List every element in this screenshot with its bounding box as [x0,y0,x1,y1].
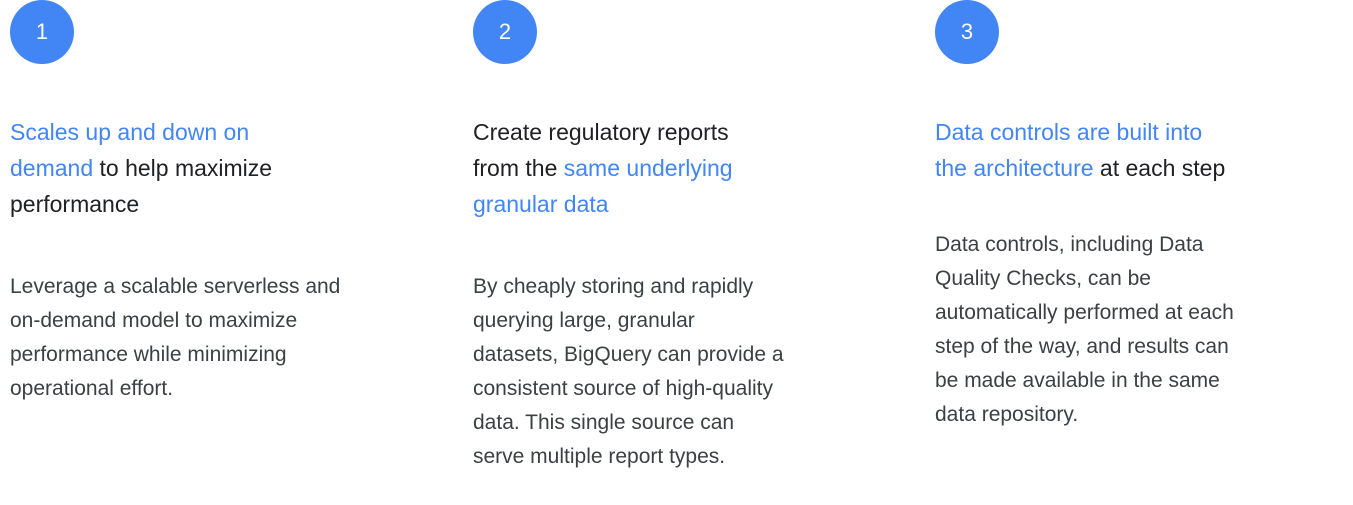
heading-line: performance [10,186,410,222]
heading-text: Create regulatory reports [473,119,729,145]
feature-card-2: 2 Create regulatory reports from the sam… [473,0,784,468]
feature-card-1: 1 Scales up and down on demand to help m… [10,0,340,400]
description-line: on-demand model to maximize [10,309,298,332]
feature-heading: Data controls are built into the archite… [935,114,1345,186]
heading-line: Create regulatory reports [473,114,873,150]
description-line: step of the way, and results can [935,335,1229,358]
heading-highlight: granular data [473,191,609,217]
heading-text: to help maximize [93,155,273,181]
description-line: data. This single source can [473,411,735,434]
description-line: Data controls, including Data [935,233,1204,256]
description-line: serve multiple report types. [473,445,726,468]
heading-text: at each step [1093,155,1226,181]
heading-line: Data controls are built into [935,114,1345,150]
feature-card-3: 3 Data controls are built into the archi… [935,0,1234,426]
description-line: querying large, granular [473,309,695,332]
feature-description: By cheaply storing and rapidly querying … [473,270,893,474]
description-line: automatically performed at each [935,301,1234,324]
heading-highlight: Data controls are built into [935,119,1203,145]
heading-line: the architecture at each step [935,150,1345,186]
feature-heading: Scales up and down on demand to help max… [10,114,410,222]
heading-text: from the [473,155,564,181]
heading-line: Scales up and down on [10,114,410,150]
heading-highlight: the architecture [935,155,1094,181]
description-line: be made available in the same [935,369,1220,392]
description-line: data repository. [935,403,1079,426]
heading-line: demand to help maximize [10,150,410,186]
heading-highlight: demand [10,155,94,181]
heading-text: performance [10,191,140,217]
heading-highlight: same underlying [563,155,733,181]
feature-description: Data controls, including Data Quality Ch… [935,228,1345,432]
description-line: By cheaply storing and rapidly [473,275,754,298]
heading-highlight: Scales up and down on [10,119,250,145]
step-number-badge: 2 [473,0,537,64]
description-line: performance while minimizing [10,343,287,366]
heading-line: from the same underlying [473,150,873,186]
description-line: Quality Checks, can be [935,267,1151,290]
feature-heading: Create regulatory reports from the same … [473,114,873,222]
description-line: datasets, BigQuery can provide a [473,343,784,366]
heading-line: granular data [473,186,873,222]
feature-description: Leverage a scalable serverless and on-de… [10,270,430,406]
step-number-badge: 1 [10,0,74,64]
description-line: consistent source of high-quality [473,377,773,400]
description-line: Leverage a scalable serverless and [10,275,341,298]
step-number-badge: 3 [935,0,999,64]
description-line: operational effort. [10,377,174,400]
